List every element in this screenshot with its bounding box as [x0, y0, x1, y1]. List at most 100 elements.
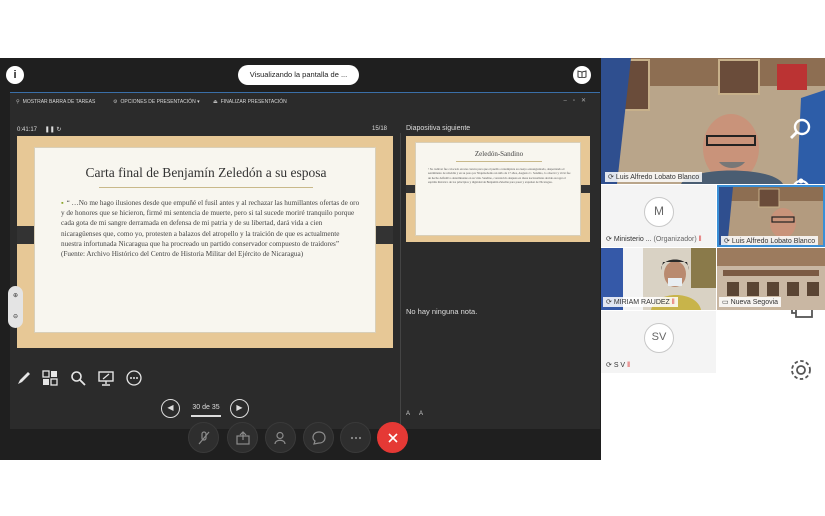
participant-role: (Organizador) [653, 236, 697, 243]
share-icon [236, 431, 250, 445]
participant-name: S V [613, 362, 626, 369]
window-controls[interactable]: –▫✕ [564, 97, 593, 104]
zoom-controls: ⊕ ⊖ [8, 286, 23, 328]
show-taskbar-button[interactable]: ⚲ MOSTRAR BARRA DE TAREAS [16, 99, 95, 105]
more-button[interactable] [340, 422, 371, 453]
book-icon[interactable] [573, 66, 591, 84]
pane-divider[interactable] [400, 133, 401, 428]
share-top-bar: i Visualizando la pantalla de ... [0, 58, 601, 92]
next-slide-label: Diapositiva siguiente [406, 125, 471, 132]
slide-paper: Carta final de Benjamín Zeledón a su esp… [34, 147, 376, 333]
presenter-toolbar: ⚲ MOSTRAR BARRA DE TAREAS ⚙ OPCIONES DE PR… [10, 93, 600, 111]
main-speaker-label: ⟳ Luis Alfredo Lobato Blanco [605, 172, 703, 182]
presentation-options-label: OPCIONES DE PRESENTACIÓN ▾ [120, 99, 200, 105]
participants-panel: ⟳ Luis Alfredo Lobato Blanco M ⟳ Ministe… [601, 58, 825, 460]
end-icon: ⏏ [213, 99, 218, 105]
status-icon: ⟳ [606, 236, 614, 243]
previous-slide-button[interactable]: ◀ [161, 399, 180, 418]
participant-name: Ministerio ... [613, 236, 652, 243]
slide-title-rule [99, 187, 313, 188]
slide-body-text: “ …No me hago ilusiones desde que empuñé… [61, 199, 360, 259]
zoom-in-button[interactable]: ⊕ [8, 286, 23, 307]
add-person-icon [274, 431, 286, 445]
participant-name: MIRIAM RAUDEZ [613, 299, 670, 306]
taskbar-icon: ⚲ [16, 99, 20, 105]
avatar: M [644, 197, 674, 227]
search-icon[interactable] [788, 116, 814, 142]
participants-button[interactable] [265, 422, 296, 453]
slide-band-left [17, 226, 34, 244]
slide-counter: 15/18 [372, 126, 388, 132]
participant-tile-luis[interactable]: ⟳ Luis Alfredo Lobato Blanco [717, 185, 825, 247]
status-icon: ⟳ [606, 362, 614, 369]
main-speaker-name: Luis Alfredo Lobato Blanco [615, 174, 700, 181]
participant-tile-miriam[interactable]: ⟳ MIRIAM RAUDEZ ǁ [601, 248, 716, 310]
status-icon: ⟳ [724, 238, 732, 245]
share-button[interactable] [227, 422, 258, 453]
call-control-bar [0, 422, 601, 460]
slide-position-underline [191, 415, 221, 417]
slide-navigation: ◀ 30 de 35 ▶ [161, 399, 251, 419]
screenshot-root: i Visualizando la pantalla de ... ⚲ MOSTR… [0, 0, 825, 516]
status-icon: ⟳ [606, 299, 614, 306]
chat-button[interactable] [303, 422, 334, 453]
sharing-status-pill[interactable]: Visualizando la pantalla de ... [238, 65, 359, 85]
see-all-slides-icon[interactable] [42, 370, 60, 388]
end-presentation-label: FINALIZAR PRESENTACIÓN [220, 99, 287, 105]
options-icon: ⚙ [113, 99, 118, 105]
participant-label: ⟳ Ministerio ... (Organizador) ǁ [603, 234, 705, 244]
avatar: SV [644, 323, 674, 353]
zoom-out-button[interactable]: ⊖ [8, 307, 23, 328]
slide-position: 30 de 35 [192, 404, 220, 411]
participant-label: ⟳ MIRIAM RAUDEZ ǁ [603, 297, 678, 307]
speaker-notes[interactable]: No hay ninguna nota. [406, 307, 477, 316]
timer-value: 0:41:17 [17, 127, 38, 133]
bullet-icon: ▪ [61, 199, 64, 207]
mute-button[interactable] [188, 422, 219, 453]
participant-label: ▭ Nueva Segovia [719, 297, 782, 307]
participant-tile-ministerio[interactable]: M ⟳ Ministerio ... (Organizador) ǁ [601, 185, 716, 247]
next-slide-rule [456, 161, 542, 162]
close-icon [388, 433, 398, 443]
presentation-timer: 0:41:17 ❚❚ ↻ [17, 126, 61, 133]
screen-share-icon: ▭ [722, 299, 731, 306]
more-options-icon[interactable] [126, 370, 144, 388]
participant-name: Nueva Segovia [730, 299, 779, 306]
presenter-view: ⚲ MOSTRAR BARRA DE TAREAS ⚙ OPCIONES DE PR… [8, 92, 600, 429]
participant-tile-sv[interactable]: SV ⟳ S Vǁ [601, 311, 716, 373]
participant-label: ⟳ Luis Alfredo Lobato Blanco [721, 236, 819, 245]
participant-label: ⟳ S Vǁ [603, 360, 633, 370]
shared-screen-area: i Visualizando la pantalla de ... ⚲ MOSTR… [0, 58, 601, 460]
slide-band-right [376, 226, 393, 244]
mic-off-icon: ǁ [698, 236, 702, 243]
current-slide: Carta final de Benjamín Zeledón a su esp… [17, 136, 393, 348]
next-slide-paper: Zeledón-Sandino • Su cadáver fue colocad… [415, 142, 581, 236]
show-taskbar-label: MOSTRAR BARRA DE TAREAS [22, 99, 96, 105]
magnifier-icon[interactable] [70, 370, 88, 388]
end-presentation-button[interactable]: ⏏ FINALIZAR PRESENTACIÓN [213, 99, 287, 105]
speaker-status-icon: ⟳ [608, 174, 616, 181]
info-button[interactable]: i [6, 66, 24, 84]
next-slide-preview[interactable]: Zeledón-Sandino • Su cadáver fue colocad… [406, 136, 590, 242]
timer-controls[interactable]: ❚❚ ↻ [45, 127, 62, 133]
chat-icon [312, 431, 326, 445]
participant-tile-nueva-segovia[interactable]: ▭ Nueva Segovia [717, 248, 825, 310]
pen-icon[interactable] [16, 370, 34, 388]
next-slide-title: Zeledón-Sandino [474, 150, 524, 158]
gear-icon[interactable] [788, 357, 814, 383]
microphone-off-icon [198, 431, 210, 445]
slide-title: Carta final de Benjamín Zeledón a su esp… [85, 165, 327, 180]
ellipsis-icon [350, 436, 362, 440]
next-slide-band-right [581, 185, 590, 193]
presentation-options-button[interactable]: ⚙ OPCIONES DE PRESENTACIÓN ▾ [113, 99, 200, 105]
mic-off-icon: ǁ [627, 362, 631, 369]
screen-icon[interactable] [98, 370, 116, 388]
slide-body: ▪ “ …No me hago ilusiones desde que empuñ… [61, 198, 361, 259]
hang-up-button[interactable] [377, 422, 408, 453]
participant-name: Luis Alfredo Lobato Blanco [731, 238, 816, 245]
mic-off-icon: ǁ [671, 299, 675, 306]
next-slide-body: • Su cadáver fue colocado en una carreta… [428, 167, 571, 185]
next-slide-button[interactable]: ▶ [230, 399, 249, 418]
next-slide-band-left [406, 185, 415, 193]
notes-font-controls[interactable]: A A [406, 411, 427, 417]
